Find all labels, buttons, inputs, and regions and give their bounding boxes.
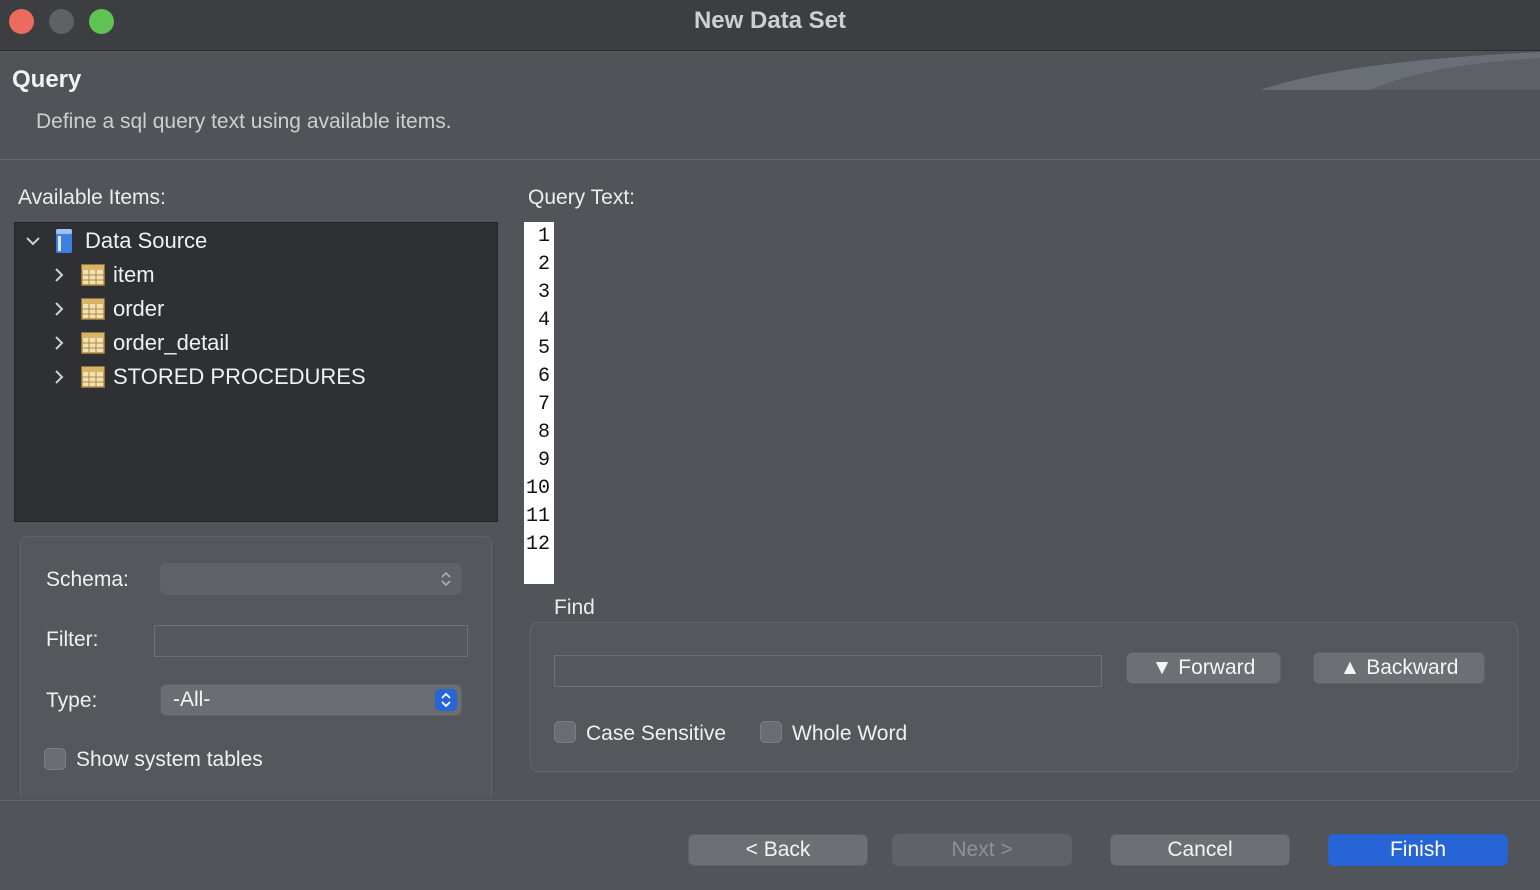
line-number: 5 (537, 337, 550, 360)
next-button[interactable]: Next > (892, 834, 1072, 866)
line-number: 8 (537, 421, 550, 444)
chevron-right-icon[interactable] (51, 267, 67, 283)
table-icon (81, 298, 105, 320)
table-icon (81, 264, 105, 286)
finish-button[interactable]: Finish (1328, 834, 1508, 866)
table-icon (81, 366, 105, 388)
tree-node-label: Data Source (85, 228, 208, 253)
line-number: 2 (537, 253, 550, 276)
tree-node-label: item (113, 262, 155, 287)
show-system-tables-checkbox[interactable] (44, 748, 66, 770)
line-number: 10 (525, 477, 550, 500)
schema-label: Schema: (46, 568, 129, 591)
type-select[interactable]: -All- (160, 684, 462, 716)
available-items-tree[interactable]: Data Source item order order_detail STOR… (14, 222, 498, 522)
back-button[interactable]: < Back (688, 834, 868, 866)
chevron-right-icon[interactable] (51, 335, 67, 351)
page-title: Query (12, 66, 82, 93)
find-forward-button[interactable]: ▼ Forward (1126, 652, 1281, 684)
select-arrows-icon (441, 571, 451, 587)
available-items-label: Available Items: (18, 186, 166, 209)
tree-node-data-source[interactable]: Data Source (25, 225, 207, 257)
chevron-right-icon[interactable] (51, 369, 67, 385)
line-number: 1 (537, 225, 550, 248)
case-sensitive-label: Case Sensitive (586, 722, 727, 745)
line-number: 7 (537, 393, 550, 416)
line-number: 3 (537, 281, 550, 304)
line-number: 6 (537, 365, 550, 388)
header-banner-graphic (1260, 52, 1540, 90)
window-title: New Data Set (693, 7, 847, 34)
chevron-down-icon[interactable] (25, 233, 41, 249)
line-number: 4 (537, 309, 550, 332)
tree-node-label: order (113, 296, 165, 321)
tree-node-stored-procedures[interactable]: STORED PROCEDURES (51, 361, 366, 393)
wizard-header: Query Define a sql query text using avai… (0, 52, 1540, 160)
tree-node-label: STORED PROCEDURES (113, 364, 366, 389)
line-number: 9 (537, 449, 550, 472)
show-system-tables-label: Show system tables (76, 748, 263, 771)
database-icon (56, 229, 72, 253)
find-panel: ▼ Forward ▲ Backward Case Sensitive Whol… (530, 622, 1518, 772)
case-sensitive-checkbox[interactable] (554, 721, 576, 743)
tree-node-label: order_detail (113, 330, 230, 355)
chevron-right-icon[interactable] (51, 301, 67, 317)
find-label: Find (554, 596, 595, 619)
tree-node-order[interactable]: order (51, 293, 164, 325)
page-description: Define a sql query text using available … (36, 110, 452, 133)
line-number: 11 (525, 505, 550, 528)
query-text-label: Query Text: (528, 186, 635, 209)
filter-panel: Schema: Filter: Type: -All- Show system … (20, 536, 492, 798)
cancel-button[interactable]: Cancel (1110, 834, 1290, 866)
select-arrows-icon (435, 689, 457, 711)
table-icon (81, 332, 105, 354)
line-number: 12 (525, 533, 550, 556)
whole-word-checkbox[interactable] (760, 721, 782, 743)
footer-separator (0, 800, 1540, 801)
type-label: Type: (46, 689, 98, 712)
find-input[interactable] (554, 655, 1102, 687)
title-bar: New Data Set (0, 0, 1540, 51)
tree-node-order-detail[interactable]: order_detail (51, 327, 229, 359)
type-select-value: -All- (173, 688, 211, 711)
schema-select[interactable] (160, 563, 462, 595)
whole-word-label: Whole Word (792, 722, 908, 745)
filter-label: Filter: (46, 628, 99, 651)
filter-input[interactable] (154, 625, 468, 657)
tree-node-item[interactable]: item (51, 259, 155, 291)
line-number-gutter: 1 2 3 4 5 6 7 8 9 10 11 12 (524, 222, 554, 584)
new-data-set-window: New Data Set Query Define a sql query te… (0, 0, 1540, 890)
find-backward-button[interactable]: ▲ Backward (1313, 652, 1485, 684)
